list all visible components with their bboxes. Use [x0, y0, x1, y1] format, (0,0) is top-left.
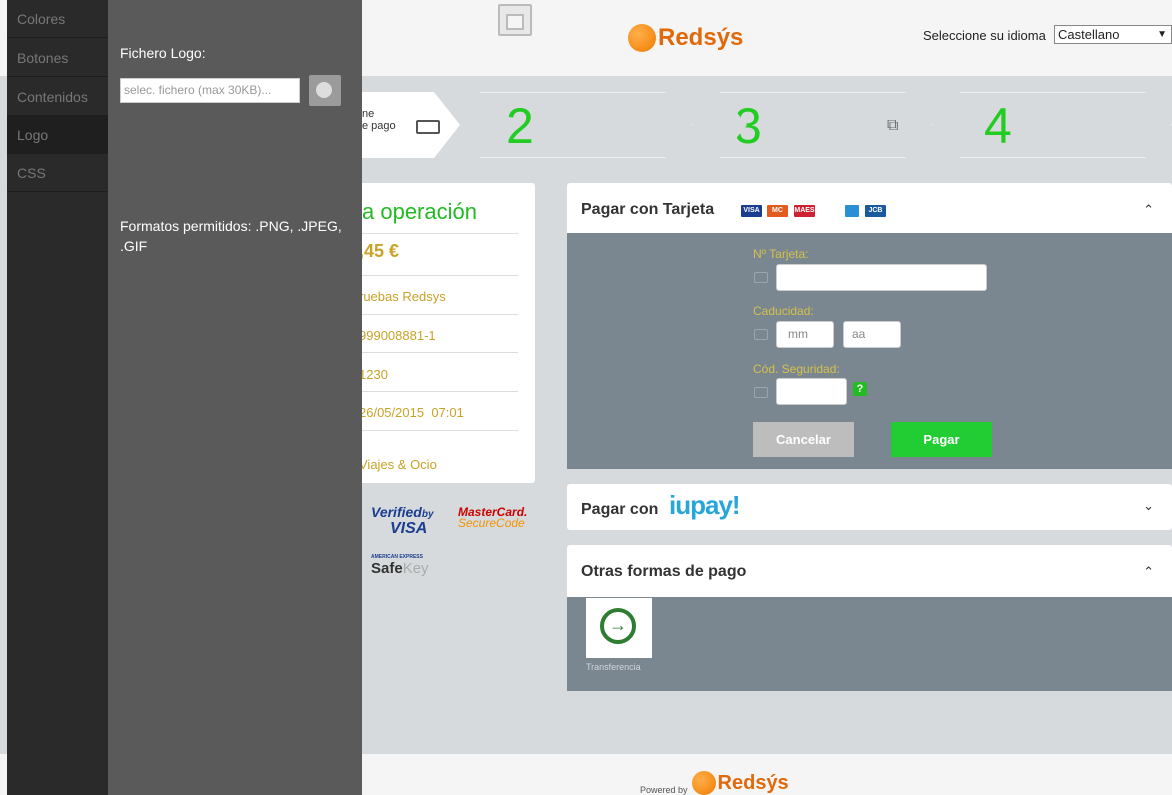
window-icon[interactable]: [498, 4, 532, 36]
card-number-input[interactable]: [776, 264, 987, 291]
divider: [345, 352, 518, 353]
operation-amount: ,45 €: [359, 241, 400, 261]
visa-icon: VISA: [741, 205, 762, 217]
iupay-logo: iupay!: [669, 490, 741, 520]
card-panel-title: Pagar con Tarjeta: [581, 201, 715, 218]
amex-safekey-logo: AMERICAN EXPRESS SafeKey: [371, 554, 429, 577]
step-1: ne e pago: [362, 92, 460, 158]
help-icon[interactable]: ?: [853, 382, 867, 396]
dropdown-caret-icon: ▼: [1157, 29, 1167, 40]
iupay-panel-title: Pagar con: [581, 501, 659, 518]
nav-item-logo[interactable]: Logo: [7, 116, 108, 154]
merchant-code-value: 999008881-1: [359, 328, 436, 343]
cvv-input[interactable]: [776, 378, 847, 405]
terminal-value: 1230: [359, 367, 388, 382]
amex-icon: [845, 205, 859, 217]
iupay-panel-header[interactable]: Pagar con ⌄: [567, 484, 1172, 530]
card-icon: [416, 120, 440, 134]
chevron-down-icon[interactable]: ⌄: [1143, 498, 1154, 514]
logo-file-label: Fichero Logo:: [120, 45, 206, 61]
language-select[interactable]: Castellano ▼: [1054, 25, 1172, 44]
divider: [345, 233, 518, 234]
other-methods-panel-header[interactable]: Otras formas de pago ⌃: [567, 545, 1172, 597]
powered-by-logo: Powered by Redsýs: [640, 771, 789, 795]
verified-by-visa-logo: Verifiedby VISA: [371, 504, 434, 537]
maestro-icon: MAES: [794, 205, 815, 217]
pay-button[interactable]: Pagar: [891, 422, 992, 457]
divider: [345, 430, 518, 431]
other-methods-panel-body: [567, 597, 1172, 691]
calendar-icon: [754, 329, 768, 340]
card-icon: [754, 272, 768, 283]
pan-label: Nº Tarjeta:: [753, 247, 809, 261]
nav-item-css[interactable]: CSS: [7, 154, 108, 192]
cancel-button[interactable]: Cancelar: [753, 422, 854, 457]
operation-title: a operación: [362, 199, 477, 224]
language-label: Seleccione su idioma: [923, 28, 1046, 43]
editor-sidebar: Colores Botones Contenidos Logo CSS: [7, 0, 108, 795]
editor-panel: [108, 0, 362, 795]
description-value: Viajes & Ocio: [359, 457, 437, 472]
mastercard-securecode-logo: MasterCard. SecureCode: [458, 505, 528, 530]
redsys-logo: Redsýs: [628, 18, 743, 58]
chevron-up-icon[interactable]: ⌃: [1143, 564, 1154, 580]
logo-ball-icon: [628, 24, 656, 52]
upload-icon[interactable]: [309, 75, 341, 106]
lock-icon: [754, 387, 768, 398]
date-value: 26/05/2015 07:01: [359, 405, 464, 420]
jcb-icon: JCB: [865, 205, 886, 217]
step-2: 2: [480, 92, 692, 158]
logo-ball-icon: [691, 771, 716, 795]
step-4: 4: [960, 92, 1172, 158]
divider: [345, 391, 518, 392]
step-1-label: ne e pago: [362, 108, 396, 132]
cvv-label: Cód. Seguridad:: [753, 362, 840, 376]
allowed-formats-text: Formatos permitidos: .PNG, .JPEG, .GIF: [120, 218, 342, 254]
nav-item-botones[interactable]: Botones: [7, 39, 108, 77]
expiry-label: Caducidad:: [753, 304, 814, 318]
transfer-label: Transferencia: [586, 662, 641, 672]
step-3: 3 ⧉: [720, 92, 932, 158]
logo-file-input[interactable]: selec. fichero (max 30KB)...: [120, 78, 300, 103]
nav-item-colores[interactable]: Colores: [7, 0, 108, 38]
divider: [345, 275, 518, 276]
chevron-up-icon[interactable]: ⌃: [1143, 202, 1154, 218]
expiry-month-input[interactable]: mm: [776, 321, 834, 348]
auth-icon: ⧉: [887, 117, 899, 134]
arrow-right-circle-icon[interactable]: →: [600, 608, 636, 644]
expiry-year-input[interactable]: aa: [843, 321, 901, 348]
mastercard-icon: MC: [767, 205, 788, 217]
other-methods-title: Otras formas de pago: [581, 563, 747, 580]
merchant-value: ruebas Redsys: [359, 289, 446, 304]
divider: [345, 314, 518, 315]
nav-item-contenidos[interactable]: Contenidos: [7, 78, 108, 116]
